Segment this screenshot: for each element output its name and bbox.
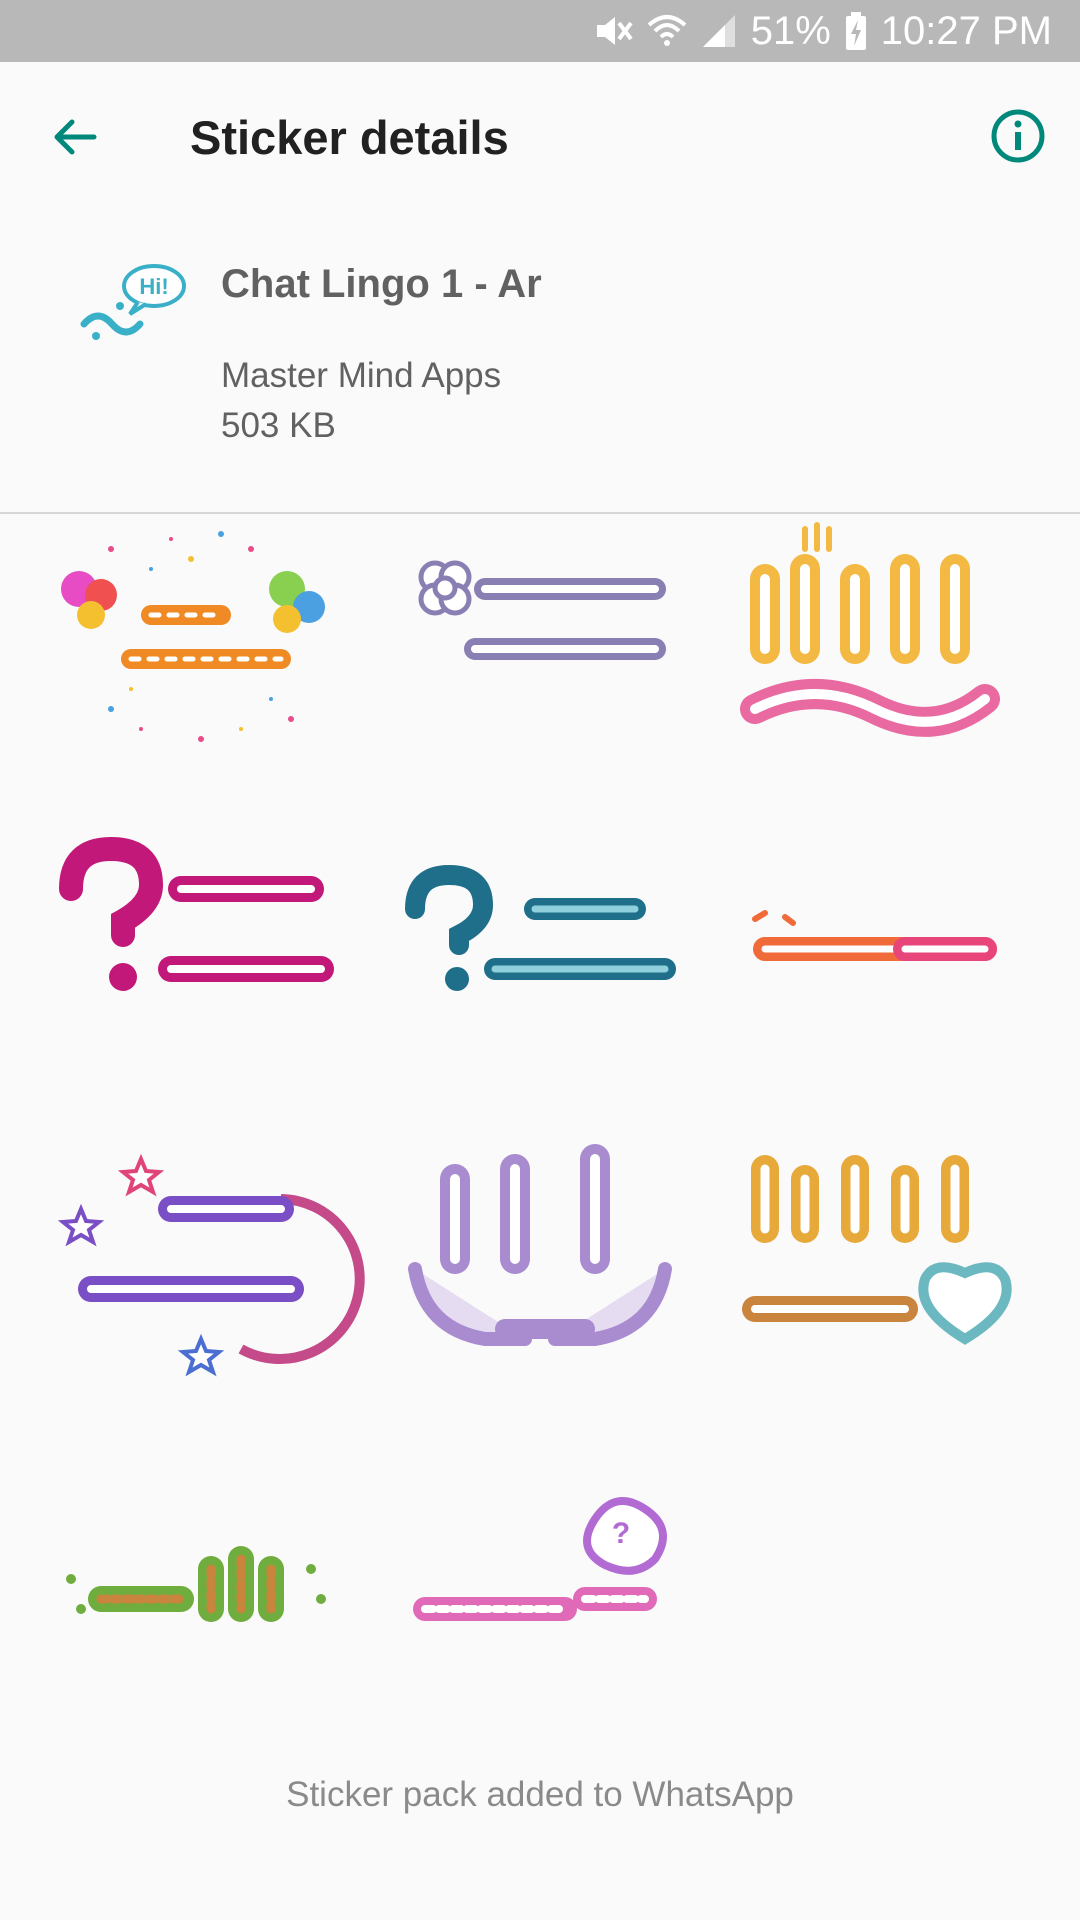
stars-moon-sticker — [57, 1153, 365, 1377]
info-button[interactable] — [980, 98, 1056, 174]
sticker-good[interactable] — [720, 814, 1020, 1064]
text-sticker — [66, 1546, 326, 1622]
tray-icon: Hi! — [78, 258, 190, 348]
sticker-birthday[interactable] — [46, 514, 346, 764]
battery-percent: 51% — [750, 8, 831, 53]
flower-sticker — [418, 560, 666, 660]
mute-icon — [593, 13, 633, 49]
arrow-left-icon — [54, 119, 97, 155]
birthday-balloons-sticker — [61, 531, 325, 742]
back-button[interactable] — [40, 102, 110, 172]
signal-icon — [701, 13, 737, 49]
salam-sticker — [740, 522, 1000, 737]
question-sticker — [405, 864, 676, 991]
heart-sticker — [742, 1155, 1012, 1345]
sticker-take-care[interactable] — [390, 1134, 690, 1384]
info-icon — [991, 109, 1045, 163]
wifi-icon — [647, 13, 687, 49]
sticker-welcome[interactable] — [46, 1454, 346, 1704]
pack-name: Chat Lingo 1 - Ar — [221, 262, 542, 306]
pack-publisher: Master Mind Apps — [221, 356, 502, 395]
added-status-text: Sticker pack added to WhatsApp — [286, 1775, 794, 1814]
sticker-thank-you[interactable] — [720, 1134, 1020, 1384]
pack-header: Hi! Chat Lingo 1 - Ar Master Mind Apps 5… — [0, 214, 1080, 514]
sticker-whats-up[interactable]: ? — [390, 1454, 690, 1704]
sticker-how-was-your-day[interactable] — [390, 814, 690, 1064]
text-sticker — [752, 910, 997, 961]
sticker-wish-good-day[interactable] — [390, 514, 690, 764]
sticker-salam[interactable] — [720, 514, 1020, 764]
svg-text:?: ? — [612, 1517, 630, 1550]
question-sticker — [59, 836, 334, 991]
status-time: 10:27 PM — [880, 8, 1052, 53]
app-bar: Sticker details — [0, 62, 1080, 214]
hands-sticker — [408, 1144, 672, 1346]
status-bar: 51% 10:27 PM — [0, 0, 1080, 62]
battery-charging-icon — [845, 12, 867, 50]
tray-text: Hi! — [139, 274, 168, 299]
page-title: Sticker details — [190, 111, 509, 164]
bubble-sticker: ? — [413, 1497, 667, 1621]
sticker-sweet-dreams[interactable] — [46, 1134, 365, 1384]
sticker-how-are-you[interactable] — [46, 814, 346, 1064]
pack-size: 503 KB — [221, 406, 336, 445]
